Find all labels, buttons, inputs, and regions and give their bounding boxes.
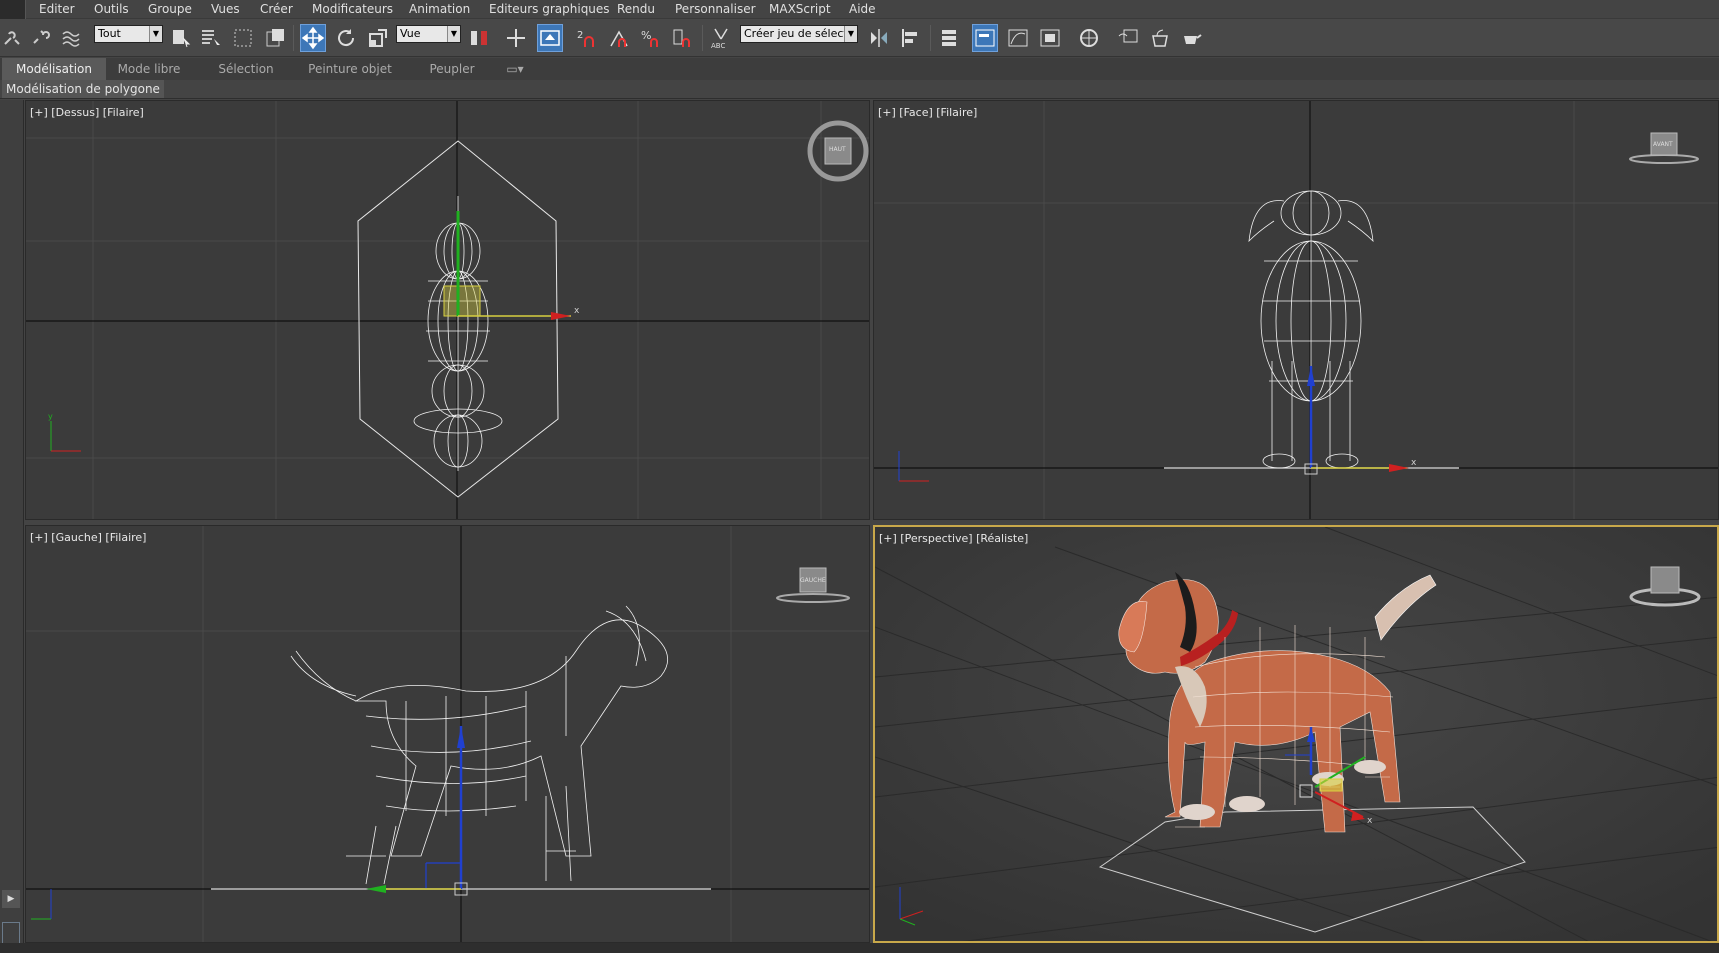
move-icon[interactable] [300, 24, 326, 52]
link-icon[interactable] [0, 24, 26, 52]
viewcube-left [776, 567, 850, 603]
keyboard-shortcut-override-icon[interactable] [537, 24, 563, 52]
tab-peupler[interactable]: Peupler [420, 58, 484, 80]
percent-snap-icon[interactable]: % [638, 24, 664, 52]
mirror-icon[interactable] [866, 24, 892, 52]
reference-coordinate-dropdown[interactable]: Vue ▼ [396, 25, 461, 43]
svg-text:x: x [574, 306, 580, 316]
front-wireframe-scene: x [874, 101, 1718, 519]
menu-modificateurs[interactable]: Modificateurs [312, 2, 393, 16]
expand-arrow-icon[interactable]: ▶ [2, 890, 20, 908]
viewport-perspective-label[interactable]: [+] [Perspective] [Réaliste] [879, 532, 1028, 545]
viewport-front-label[interactable]: [+] [Face] [Filaire] [878, 106, 977, 119]
tab-modelisation[interactable]: Modélisation [2, 58, 106, 80]
render-production-icon[interactable] [1179, 24, 1205, 52]
render-setup-icon[interactable] [1115, 24, 1141, 52]
viewcube-left-face-label[interactable]: GAUCHE [800, 577, 826, 584]
named-selection-set-dropdown[interactable]: Créer jeu de sélecti ▼ [740, 25, 858, 43]
viewport-front[interactable]: x [+] [Face] [Filaire] AVANT [873, 100, 1719, 520]
selection-filter-value: Tout [98, 27, 121, 40]
app-menu-button[interactable] [0, 0, 26, 19]
svg-text:2: 2 [577, 30, 583, 41]
ribbon-options-icon[interactable]: ▭▾ [498, 58, 532, 80]
menu-rendu[interactable]: Rendu [617, 2, 655, 16]
viewport-left[interactable]: [+] [Gauche] [Filaire] GAUCHE [25, 525, 870, 943]
viewport-left-label[interactable]: [+] [Gauche] [Filaire] [30, 531, 146, 544]
menu-creer[interactable]: Créer [260, 2, 293, 16]
menu-editer[interactable]: Editer [39, 2, 75, 16]
material-editor-icon[interactable] [1076, 24, 1102, 52]
svg-text:x: x [1411, 458, 1417, 468]
bind-spacewarp-icon[interactable] [58, 24, 84, 52]
chevron-down-icon: ▼ [844, 26, 857, 42]
toolbar-divider [930, 25, 931, 51]
scene-explorer-icon[interactable] [972, 24, 998, 52]
edit-named-selection-icon[interactable]: ABC [708, 24, 734, 52]
reference-coordinate-value: Vue [400, 27, 421, 40]
select-manipulate-icon[interactable] [503, 24, 529, 52]
perspective-realistic-scene: x [875, 527, 1717, 941]
menu-groupe[interactable]: Groupe [148, 2, 192, 16]
chevron-down-icon: ▼ [447, 26, 460, 42]
toolbar-divider [293, 25, 294, 51]
viewport-top[interactable]: x y [+] [Dessus] [Filaire] HAUT [25, 100, 870, 520]
layer-manager-icon[interactable] [937, 24, 963, 52]
ribbon-tabs: Modélisation Mode libre Sélection Peintu… [0, 58, 1719, 80]
tab-peinture-objet[interactable]: Peinture objet [302, 58, 398, 80]
align-icon[interactable] [898, 24, 924, 52]
ribbon-panel: Modélisation de polygone [0, 80, 1719, 99]
left-wireframe-scene [26, 526, 869, 942]
unlink-icon[interactable] [28, 24, 54, 52]
left-panel-strip: ▶ [0, 100, 24, 953]
svg-text:%: % [641, 29, 651, 42]
menu-maxscript[interactable]: MAXScript [769, 2, 831, 16]
snap-toggle-icon[interactable]: 2 [574, 24, 600, 52]
viewport-top-label[interactable]: [+] [Dessus] [Filaire] [30, 106, 144, 119]
pivot-center-icon[interactable] [466, 24, 492, 52]
status-bar [0, 943, 1719, 953]
menu-bar: Editer Outils Groupe Vues Créer Modifica… [0, 0, 1719, 19]
tab-selection[interactable]: Sélection [206, 58, 286, 80]
menu-aide[interactable]: Aide [849, 2, 876, 16]
named-selection-set-value: Créer jeu de sélecti [744, 27, 851, 40]
schematic-view-icon[interactable] [1037, 24, 1063, 52]
chevron-down-icon: ▼ [149, 26, 162, 42]
viewcube-front-face-label[interactable]: AVANT [1653, 141, 1673, 148]
menu-animation[interactable]: Animation [409, 2, 470, 16]
selection-filter-dropdown[interactable]: Tout ▼ [94, 25, 163, 43]
tab-mode-libre[interactable]: Mode libre [106, 58, 192, 80]
viewport-perspective[interactable]: x [+] [Perspective] [Réaliste] [873, 525, 1719, 943]
menu-vues[interactable]: Vues [211, 2, 240, 16]
main-toolbar: Tout ▼ Vue ▼ 2 % ABC Créer jeu de sélecti ▼ [0, 19, 1719, 57]
svg-text:y: y [48, 412, 53, 421]
spinner-snap-icon[interactable] [670, 24, 696, 52]
scale-icon[interactable] [365, 24, 391, 52]
curve-editor-icon[interactable] [1005, 24, 1031, 52]
panel-label-polygon-modeling[interactable]: Modélisation de polygone [2, 80, 164, 98]
select-object-icon[interactable] [168, 24, 194, 52]
toolbar-divider [702, 25, 703, 51]
top-wireframe-scene: x y [26, 101, 869, 519]
window-crossing-icon[interactable] [262, 24, 288, 52]
rect-selection-icon[interactable] [230, 24, 256, 52]
svg-text:ABC: ABC [711, 42, 725, 50]
menu-outils[interactable]: Outils [94, 2, 129, 16]
menu-personnaliser[interactable]: Personnaliser [675, 2, 756, 16]
rotate-icon[interactable] [333, 24, 359, 52]
rendered-frame-window-icon[interactable] [1147, 24, 1173, 52]
select-by-name-icon[interactable] [198, 24, 224, 52]
angle-snap-icon[interactable] [606, 24, 632, 52]
menu-editeurs-graphiques[interactable]: Editeurs graphiques [489, 2, 610, 16]
viewcube-front [1629, 132, 1699, 164]
viewcube-top-face-label[interactable]: HAUT [829, 146, 846, 153]
svg-text:x: x [1367, 816, 1373, 826]
